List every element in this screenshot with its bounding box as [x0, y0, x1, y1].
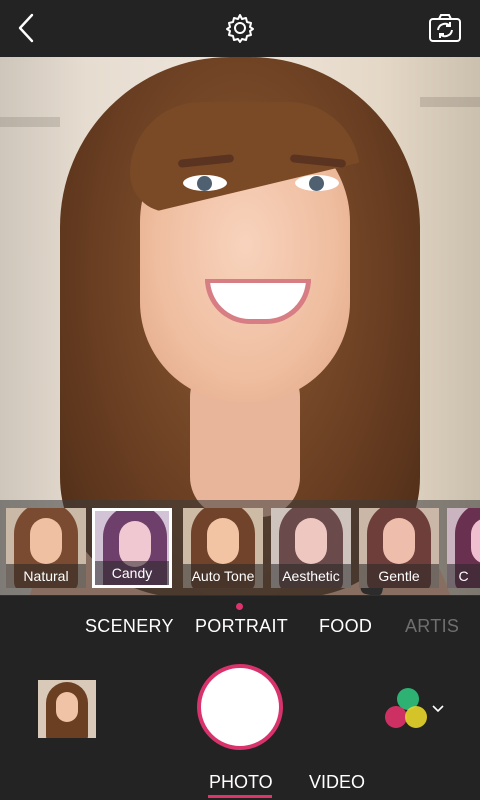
gear-icon [226, 14, 254, 43]
gallery-thumbnail[interactable] [38, 680, 96, 738]
filter-candy[interactable]: Candy [92, 508, 172, 588]
shutter-button[interactable] [197, 664, 283, 750]
filter-label: C [447, 564, 480, 588]
mode-food[interactable]: FOOD [319, 616, 372, 637]
mode-selector: SCENERY PORTRAIT FOOD ARTIS [0, 616, 480, 646]
tab-photo[interactable]: PHOTO [209, 772, 273, 793]
filter-auto-tone[interactable]: Auto Tone [183, 508, 263, 588]
filter-label: Gentle [359, 564, 439, 588]
mode-scenery[interactable]: SCENERY [85, 616, 174, 637]
camera-flip-icon [429, 14, 461, 42]
filter-aesthetic[interactable]: Aesthetic [271, 508, 351, 588]
background-shelf [0, 117, 60, 127]
mode-artis[interactable]: ARTIS [405, 616, 459, 637]
active-tab-underline [208, 795, 272, 798]
subject-eye [295, 175, 339, 191]
filter-label: Candy [95, 561, 169, 585]
chevron-down-icon[interactable] [432, 704, 444, 714]
filter-label: Aesthetic [271, 564, 351, 588]
camera-flip-button[interactable] [427, 10, 463, 46]
filter-strip[interactable]: Natural Candy Auto Tone Aesthetic Gentle… [0, 500, 480, 596]
active-mode-indicator [236, 603, 243, 610]
back-button[interactable] [8, 10, 44, 46]
mode-portrait[interactable]: PORTRAIT [195, 616, 288, 637]
color-filter-icon[interactable] [385, 688, 429, 730]
top-bar [0, 0, 480, 57]
tab-video[interactable]: VIDEO [309, 772, 365, 793]
filter-label: Natural [6, 564, 86, 588]
background-shelf [420, 97, 480, 107]
settings-button[interactable] [222, 10, 258, 46]
filter-label: Auto Tone [183, 564, 263, 588]
chevron-left-icon [18, 13, 34, 43]
filter-partial[interactable]: C [447, 508, 480, 588]
filter-natural[interactable]: Natural [6, 508, 86, 588]
subject-eye [183, 175, 227, 191]
filter-gentle[interactable]: Gentle [359, 508, 439, 588]
